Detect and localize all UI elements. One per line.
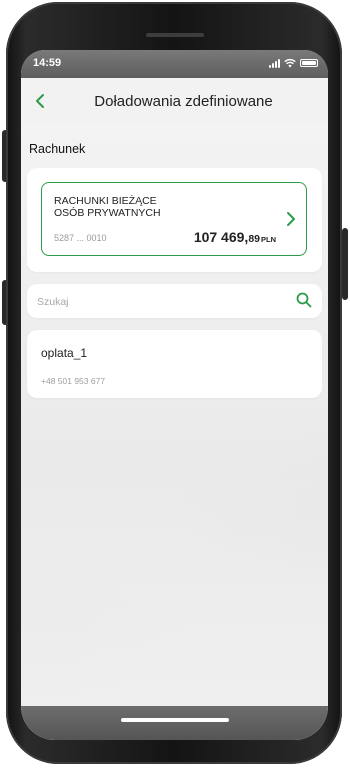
search-bar bbox=[27, 284, 322, 318]
app-screen: 14:59 Doładowania zdefiniowane Rachunek bbox=[21, 50, 328, 740]
search-input[interactable] bbox=[35, 290, 289, 314]
signal-icon bbox=[269, 58, 280, 68]
status-icons bbox=[269, 58, 318, 68]
account-name-line1: RACHUNKI BIEŻĄCE bbox=[54, 195, 157, 207]
home-indicator[interactable] bbox=[121, 718, 229, 722]
wifi-icon bbox=[284, 58, 296, 68]
bottom-bar bbox=[21, 706, 328, 740]
balance-decimal: 89 bbox=[248, 233, 260, 245]
account-name-line2: OSÓB PRYWATNYCH bbox=[54, 207, 161, 219]
list-item-name: oplata_1 bbox=[41, 346, 88, 360]
speaker bbox=[146, 33, 204, 37]
account-name: RACHUNKI BIEŻĄCE OSÓB PRYWATNYCH bbox=[54, 195, 161, 219]
account-selector[interactable]: RACHUNKI BIEŻĄCE OSÓB PRYWATNYCH 5287 ..… bbox=[41, 182, 307, 256]
status-time: 14:59 bbox=[33, 57, 62, 69]
list-item-phone: +48 501 953 677 bbox=[41, 376, 106, 386]
page-title: Doładowania zdefiniowane bbox=[94, 93, 273, 110]
power-button bbox=[342, 228, 348, 300]
status-bar: 14:59 bbox=[21, 50, 328, 78]
phone-mockup: 14:59 Doładowania zdefiniowane Rachunek bbox=[0, 0, 350, 769]
section-label-account: Rachunek bbox=[29, 142, 86, 156]
search-icon[interactable] bbox=[296, 292, 312, 308]
chevron-right-icon[interactable] bbox=[286, 210, 296, 228]
account-balance: 107 469,89PLN bbox=[194, 229, 276, 245]
balance-main: 107 469, bbox=[193, 229, 249, 245]
balance-currency: PLN bbox=[261, 235, 276, 244]
header: Doładowania zdefiniowane bbox=[21, 78, 328, 124]
battery-icon bbox=[300, 59, 318, 67]
list-item[interactable]: oplata_1 +48 501 953 677 bbox=[27, 330, 322, 398]
main-content: Rachunek RACHUNKI BIEŻĄCE OSÓB PRYWATNYC… bbox=[21, 124, 328, 740]
account-number: 5287 ... 0010 bbox=[54, 233, 107, 243]
account-card: RACHUNKI BIEŻĄCE OSÓB PRYWATNYCH 5287 ..… bbox=[27, 168, 322, 272]
